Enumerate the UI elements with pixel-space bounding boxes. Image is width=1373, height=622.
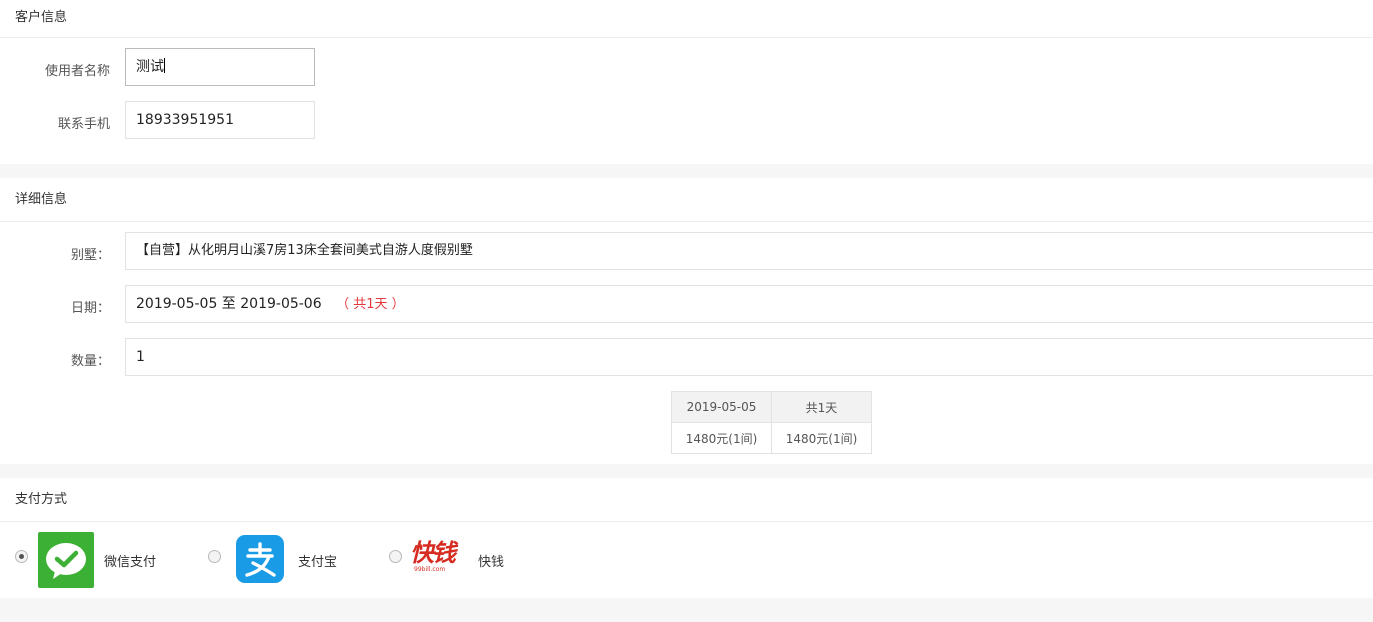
- price-table-header-date: 2019-05-05: [671, 391, 772, 423]
- price-table-cell: 1480元(1间): [671, 422, 772, 454]
- user-name-input[interactable]: 测试: [125, 48, 315, 86]
- date-days-count: （ 共1天 ）: [336, 297, 405, 312]
- wechat-pay-label[interactable]: 微信支付: [104, 551, 156, 570]
- villa-value: 【自营】从化明月山溪7房13床全套间美式自游人度假别墅: [136, 243, 473, 258]
- customer-info-title: 客户信息: [0, 0, 1373, 38]
- date-field[interactable]: 2019-05-05 至 2019-05-06 （ 共1天 ）: [125, 285, 1373, 323]
- quantity-field[interactable]: 1: [125, 338, 1373, 376]
- alipay-label[interactable]: 支付宝: [298, 551, 337, 570]
- date-label: 日期：: [70, 301, 110, 316]
- villa-label: 别墅：: [70, 248, 110, 263]
- alipay-icon[interactable]: [236, 535, 284, 583]
- kuaiqian-logo[interactable]: 快钱 99bill.com: [410, 540, 470, 578]
- wechat-pay-icon[interactable]: [38, 532, 94, 588]
- kuaiqian-radio[interactable]: [389, 550, 402, 563]
- price-table-cell: 1480元(1间): [771, 422, 872, 454]
- payment-section: 支付方式 微信支付 支付宝 快钱 99bill.com 快钱: [0, 478, 1373, 598]
- wechat-pay-radio[interactable]: [15, 550, 28, 563]
- date-range-value: 2019-05-05 至 2019-05-06: [136, 296, 322, 312]
- detail-info-title: 详细信息: [0, 178, 1373, 222]
- kuaiqian-logo-text: 快钱: [410, 538, 456, 567]
- phone-label: 联系手机: [57, 117, 110, 132]
- kuaiqian-logo-subtext: 99bill.com: [414, 566, 446, 573]
- payment-title: 支付方式: [0, 478, 1373, 522]
- phone-input[interactable]: 18933951951: [125, 101, 315, 139]
- alipay-radio[interactable]: [208, 550, 221, 563]
- customer-info-section: 客户信息 使用者名称 测试 联系手机 18933951951: [0, 0, 1373, 164]
- text-caret: [164, 58, 165, 73]
- user-name-value: 测试: [136, 59, 164, 75]
- price-table: 2019-05-05 共1天 1480元(1间) 1480元(1间): [671, 391, 872, 454]
- price-table-row: 1480元(1间) 1480元(1间): [671, 422, 872, 454]
- detail-info-section: 详细信息 别墅： 【自营】从化明月山溪7房13床全套间美式自游人度假别墅 日期：…: [0, 178, 1373, 464]
- quantity-label: 数量：: [70, 354, 110, 369]
- kuaiqian-label[interactable]: 快钱: [478, 551, 504, 570]
- user-name-label: 使用者名称: [44, 64, 110, 79]
- phone-value: 18933951951: [136, 112, 234, 128]
- villa-field[interactable]: 【自营】从化明月山溪7房13床全套间美式自游人度假别墅: [125, 232, 1373, 270]
- price-table-header-row: 2019-05-05 共1天: [671, 391, 872, 423]
- price-table-header-total: 共1天: [771, 391, 872, 423]
- quantity-value: 1: [136, 349, 145, 365]
